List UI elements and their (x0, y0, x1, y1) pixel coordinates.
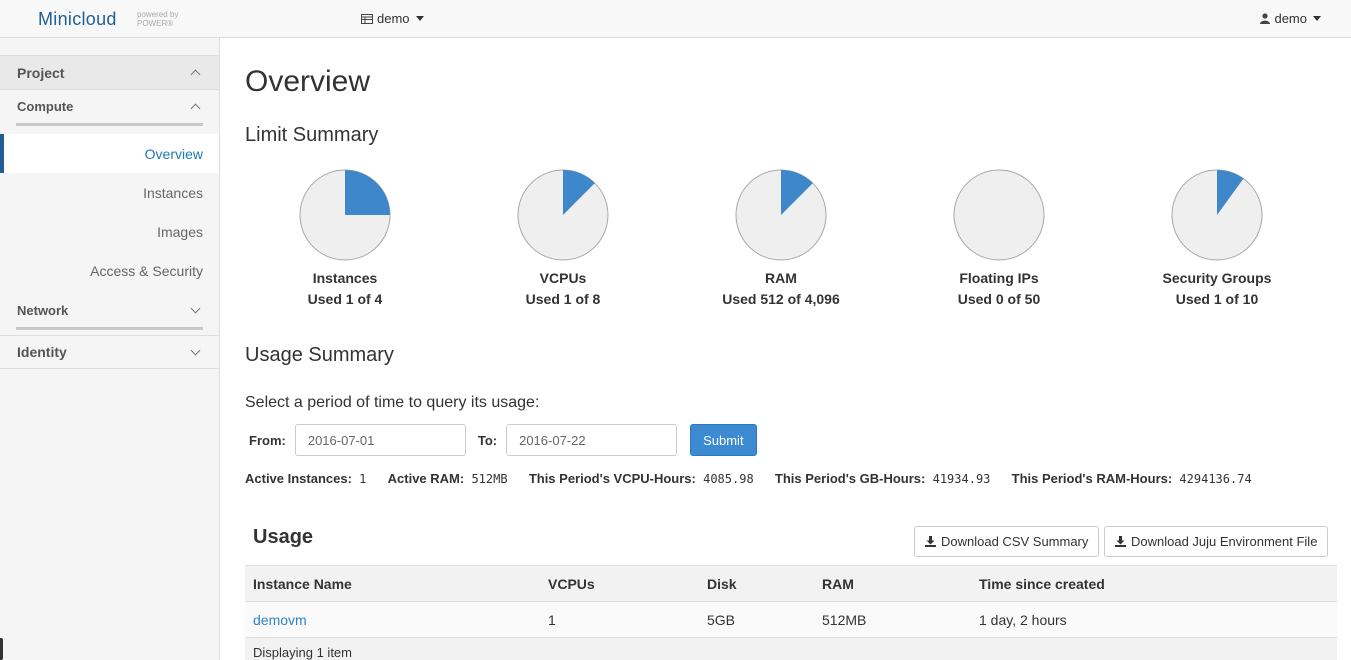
column-header[interactable]: Instance Name (245, 565, 540, 602)
sidebar-compute-header[interactable]: Compute (16, 90, 203, 126)
date-range-form: From: To: Submit (249, 424, 757, 456)
pie-background (953, 169, 1045, 261)
sidebar-network-label: Network (17, 303, 69, 318)
stat-label: Active Instances: (245, 471, 352, 486)
caret-down-icon (1313, 16, 1321, 21)
top-navbar: Minicloud powered by POWER® demo demo (0, 0, 1351, 38)
download-icon (925, 536, 936, 547)
sidebar-item-label: Images (157, 223, 203, 240)
sidebar-item-overview[interactable]: Overview (0, 134, 219, 173)
table-cell: 512MB (814, 601, 971, 638)
project-dropdown[interactable]: demo (361, 11, 424, 26)
pie-title: RAM (765, 270, 797, 286)
limit-summary-title: Limit Summary (245, 124, 379, 146)
stat-label: Active RAM: (387, 471, 465, 486)
user-dropdown-label: demo (1274, 11, 1307, 26)
usage-table-title: Usage (253, 526, 314, 548)
instance-link[interactable]: demovm (253, 612, 307, 628)
sidebar-project-label: Project (17, 64, 65, 81)
sidebar-compute-label: Compute (17, 99, 74, 114)
stat-value: 4085.98 (703, 472, 754, 486)
usage-stats: Active Instances: 1 Active RAM: 512MB Th… (245, 471, 1266, 486)
pie-chart (735, 169, 827, 261)
pie-title: VCPUs (539, 270, 587, 286)
stat-value: 4294136.74 (1179, 472, 1252, 486)
table-cell: 1 (540, 601, 699, 638)
chevron-up-icon (190, 103, 201, 114)
table-header-row: Instance Name VCPUs Disk RAM Time since … (245, 565, 1337, 602)
download-juju-label: Download Juju Environment File (1131, 534, 1318, 549)
usage-table: Instance Name VCPUs Disk RAM Time since … (245, 565, 1337, 660)
pie-usage-text: Used 1 of 8 (525, 291, 601, 307)
pie-usage-text: Used 0 of 50 (957, 291, 1041, 307)
chevron-up-icon (190, 69, 201, 80)
sidebar-item-images[interactable]: Images (0, 212, 219, 251)
download-icon (1115, 536, 1126, 547)
chevron-down-icon (190, 303, 201, 314)
brand-sub-line-2: POWER® (137, 19, 174, 28)
pie-title: Floating IPs (959, 270, 1039, 286)
table-footer: Displaying 1 item (245, 637, 1337, 660)
sidebar-identity-header[interactable]: Identity (0, 335, 219, 369)
pie-chart (1171, 169, 1263, 261)
limit-pie-ram: RAM Used 512 of 4,096 (681, 168, 881, 307)
sidebar-project-header[interactable]: Project (0, 56, 219, 90)
limit-pie-vcpus: VCPUs Used 1 of 8 (463, 168, 663, 307)
stat-label: This Period's GB-Hours: (774, 471, 926, 486)
sidebar-identity-label: Identity (17, 344, 67, 360)
pie-usage-text: Used 1 of 4 (307, 291, 383, 307)
download-csv-label: Download CSV Summary (941, 534, 1089, 549)
column-header[interactable]: Disk (699, 565, 814, 602)
pie-title: Instances (312, 270, 378, 286)
table-cell: 1 day, 2 hours (971, 601, 1337, 638)
table-cell: 5GB (699, 601, 814, 638)
limit-pie-floating-ips: Floating IPs Used 0 of 50 (899, 168, 1099, 307)
to-date-input[interactable] (506, 424, 678, 456)
usage-summary-title: Usage Summary (245, 344, 394, 366)
chevron-down-icon (190, 345, 201, 355)
table-footer-row: Displaying 1 item (245, 637, 1337, 660)
stat-label: This Period's VCPU-Hours: (528, 471, 696, 486)
column-header[interactable]: RAM (814, 565, 971, 602)
column-header[interactable]: Time since created (971, 565, 1337, 602)
pie-slice-used (345, 170, 390, 215)
column-header[interactable]: VCPUs (540, 565, 699, 602)
pie-chart (953, 169, 1045, 261)
brand-subtitle: powered by POWER® (137, 10, 178, 28)
stat-label: This Period's RAM-Hours: (1011, 471, 1173, 486)
grid-icon (361, 13, 373, 24)
sidebar-network-header[interactable]: Network (16, 294, 203, 330)
submit-button[interactable]: Submit (690, 424, 757, 456)
download-csv-button[interactable]: Download CSV Summary (914, 526, 1100, 557)
limit-pie-instances: Instances Used 1 of 4 (245, 168, 445, 307)
brand-logo[interactable]: Minicloud (38, 9, 117, 30)
from-label: From: (249, 432, 286, 448)
limit-pie-security-groups: Security Groups Used 1 of 10 (1117, 168, 1317, 307)
table-row: demovm 1 5GB 512MB 1 day, 2 hours (245, 601, 1337, 638)
user-icon (1260, 13, 1271, 24)
caret-down-icon (415, 16, 424, 21)
stat-value: 512MB (471, 472, 508, 486)
brand-sub-line-1: powered by (137, 10, 179, 19)
pie-chart (299, 169, 391, 261)
pie-chart (517, 169, 609, 261)
pie-title: Security Groups (1162, 270, 1272, 286)
page-title: Overview (245, 65, 371, 98)
sidebar-item-access-security[interactable]: Access & Security (0, 251, 219, 290)
project-dropdown-label: demo (377, 11, 410, 26)
sidebar-item-instances[interactable]: Instances (0, 173, 219, 212)
to-label: To: (477, 432, 498, 448)
sidebar-item-label: Overview (144, 145, 203, 162)
stat-value: 41934.93 (932, 472, 991, 486)
sidebar-item-label: Access & Security (90, 262, 203, 279)
user-dropdown[interactable]: demo (1260, 11, 1321, 26)
pie-usage-text: Used 1 of 10 (1175, 291, 1259, 307)
query-instructions: Select a period of time to query its usa… (245, 394, 540, 411)
download-juju-button[interactable]: Download Juju Environment File (1104, 526, 1329, 557)
stat-value: 1 (359, 472, 367, 486)
sidebar-item-label: Instances (143, 184, 203, 201)
from-date-input[interactable] (294, 424, 466, 456)
sidebar: Project Compute Overview Instances Image… (0, 38, 220, 660)
pie-usage-text: Used 512 of 4,096 (722, 291, 840, 307)
